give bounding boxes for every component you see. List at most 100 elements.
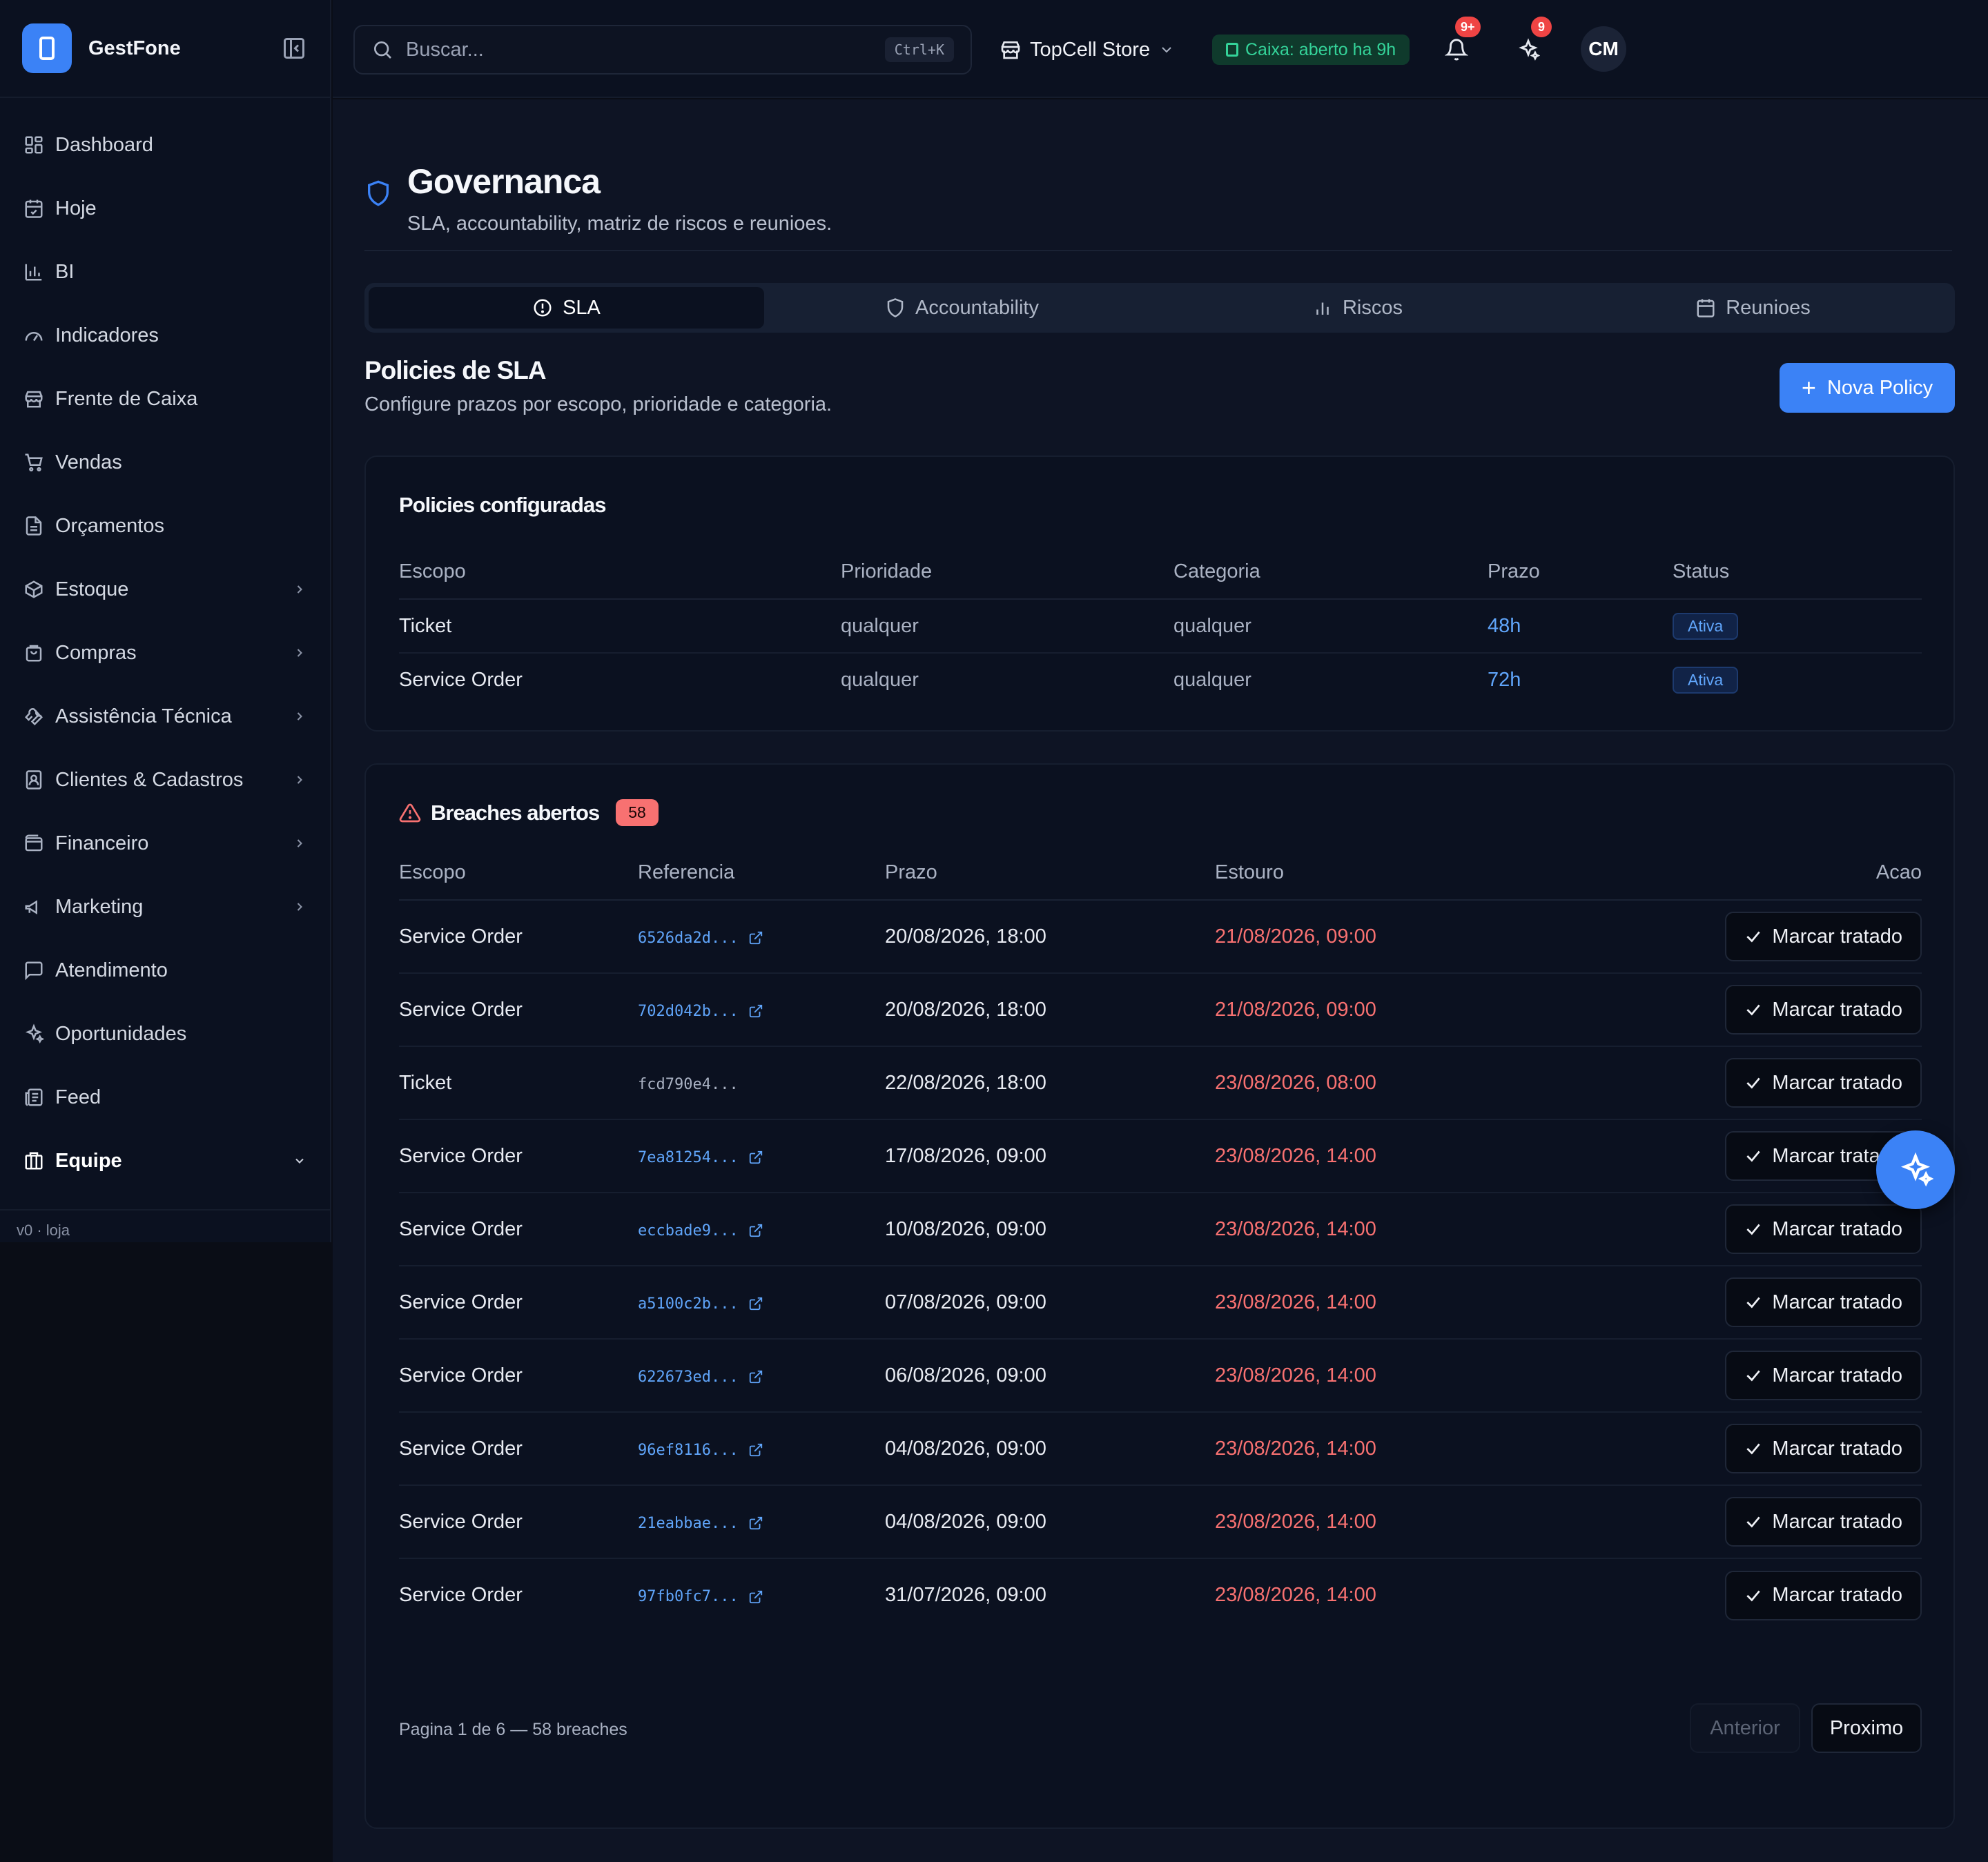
reference-link[interactable]: 97fb0fc7...: [638, 1588, 763, 1605]
cell-status: Ativa: [1673, 653, 1922, 707]
cell-referencia: 6526da2d...: [638, 900, 885, 974]
check-icon: [1746, 1150, 1761, 1162]
reference-link[interactable]: 702d042b...: [638, 1003, 763, 1020]
tab-riscos[interactable]: Riscos: [1160, 287, 1555, 329]
breaches-title: Breaches abertos: [431, 800, 600, 825]
cell-escopo: Ticket: [399, 1046, 638, 1120]
cell-prazo: 72h: [1488, 669, 1521, 691]
mark-treated-label: Marcar tratado: [1772, 1510, 1902, 1533]
col-status: Status: [1673, 545, 1922, 600]
sidebar-item-indicadores[interactable]: Indicadores: [0, 304, 330, 367]
sidebar-item-clientes[interactable]: Clientes & Cadastros: [0, 748, 330, 812]
sidebar-item-feed[interactable]: Feed: [0, 1066, 330, 1129]
reference-link[interactable]: a5100c2b...: [638, 1295, 763, 1313]
sidebar-item-marketing[interactable]: Marketing: [0, 875, 330, 939]
sidebar-item-label: Marketing: [55, 895, 144, 918]
ai-assistant-fab[interactable]: [1876, 1130, 1955, 1209]
check-icon: [1746, 1590, 1761, 1602]
sidebar-item-assistencia-tecnica[interactable]: Assistência Técnica: [0, 685, 330, 748]
reference-link[interactable]: 21eabbae...: [638, 1515, 763, 1532]
next-page-button[interactable]: Proximo: [1811, 1703, 1922, 1753]
sidebar-item-frente-de-caixa[interactable]: Frente de Caixa: [0, 367, 330, 431]
cell-status: Ativa: [1673, 599, 1922, 654]
sidebar-item-label: Clientes & Cadastros: [55, 768, 244, 791]
calendar-icon: [1697, 299, 1715, 317]
cell-escopo: Service Order: [399, 1584, 523, 1606]
tab-reunioes[interactable]: Reunioes: [1555, 287, 1951, 329]
mark-treated-button[interactable]: Marcar tratado: [1725, 1424, 1922, 1473]
sidebar-item-atendimento[interactable]: Atendimento: [0, 939, 330, 1002]
notifications-button[interactable]: 9+: [1434, 17, 1481, 72]
sidebar-item-bi[interactable]: BI: [0, 240, 330, 304]
sidebar-item-vendas[interactable]: Vendas: [0, 431, 330, 494]
tab-accountability[interactable]: Accountability: [764, 287, 1160, 329]
caixa-status-badge[interactable]: Caixa: aberto ha 9h: [1212, 35, 1410, 65]
policies-table: Escopo Prioridade Categoria Prazo Status…: [399, 545, 1922, 707]
shield-icon: [368, 180, 389, 206]
sidebar-item-equipe[interactable]: Equipe: [0, 1129, 330, 1193]
reference-id: 7ea81254...: [638, 1148, 739, 1166]
mark-treated-button[interactable]: Marcar tratado: [1725, 1497, 1922, 1547]
tab-sla[interactable]: SLA: [369, 287, 764, 329]
col-referencia: Referencia: [638, 846, 885, 901]
table-row[interactable]: Ticket qualquer qualquer 48h Ativa: [399, 599, 1922, 654]
mark-treated-button[interactable]: Marcar tratado: [1725, 1351, 1922, 1400]
avatar[interactable]: CM: [1581, 26, 1626, 72]
new-policy-button[interactable]: + Nova Policy: [1780, 363, 1955, 413]
sidebar-item-label: Compras: [55, 641, 137, 664]
store-selector[interactable]: TopCell Store: [1000, 30, 1175, 69]
reference-id: 96ef8116...: [638, 1441, 739, 1459]
mark-treated-button[interactable]: Marcar tratado: [1725, 1204, 1922, 1254]
reference-link[interactable]: eccbade9...: [638, 1222, 763, 1239]
sidebar-item-orcamentos[interactable]: Orçamentos: [0, 494, 330, 558]
shopping-bag-icon: [26, 645, 42, 662]
reference-link[interactable]: 96ef8116...: [638, 1442, 763, 1459]
mark-treated-label: Marcar tratado: [1772, 1584, 1902, 1606]
table-row: Service Order 97fb0fc7... 31/07/2026, 09:0…: [399, 1558, 1922, 1631]
cell-escopo: Service Order: [399, 1412, 638, 1486]
table-header-row: Escopo Prioridade Categoria Prazo Status: [399, 545, 1922, 600]
shield-icon: [887, 298, 904, 317]
col-estouro: Estouro: [1215, 846, 1574, 901]
sidebar-item-oportunidades[interactable]: Oportunidades: [0, 1002, 330, 1066]
section-subtitle: Configure prazos por escopo, prioridade …: [364, 393, 832, 415]
mark-treated-button[interactable]: Marcar tratado: [1725, 912, 1922, 961]
cell-prazo: 04/08/2026, 09:00: [885, 1485, 1215, 1559]
search-input[interactable]: Buscar... Ctrl+K: [353, 25, 972, 75]
sidebar-item-label: Estoque: [55, 578, 129, 600]
table-row[interactable]: Service Order qualquer qualquer 72h Ativ…: [399, 653, 1922, 707]
breaches-header: Breaches abertos 58: [399, 799, 659, 826]
brand-name: GestFone: [88, 37, 181, 59]
mark-treated-label: Marcar tratado: [1772, 925, 1902, 948]
cell-acao: Marcar tratado: [1574, 973, 1922, 1047]
collapse-sidebar-button[interactable]: [280, 35, 308, 62]
reference-id: 702d042b...: [638, 1002, 739, 1020]
mark-treated-button[interactable]: Marcar tratado: [1725, 985, 1922, 1035]
dashboard-icon: [25, 136, 43, 154]
cell-prioridade: qualquer: [841, 669, 919, 691]
ai-assistant-button[interactable]: 9: [1506, 17, 1552, 72]
sidebar: GestFone Dashboard Hoje BI Indicadores F…: [0, 0, 331, 1242]
sidebar-item-estoque[interactable]: Estoque: [0, 558, 330, 621]
cell-prazo: 20/08/2026, 18:00: [885, 900, 1215, 974]
cell-prazo: 48h: [1488, 599, 1673, 654]
mark-treated-button[interactable]: Marcar tratado: [1725, 1570, 1922, 1620]
col-acao: Acao: [1574, 846, 1922, 901]
building-icon: [25, 1152, 43, 1170]
mark-treated-button[interactable]: Marcar tratado: [1725, 1058, 1922, 1108]
reference-link[interactable]: 7ea81254...: [638, 1149, 763, 1166]
reference-link[interactable]: 622673ed...: [638, 1369, 763, 1386]
cell-escopo: Service Order: [399, 1339, 638, 1413]
sidebar-item-label: Vendas: [55, 451, 122, 473]
reference-link[interactable]: 6526da2d...: [638, 930, 763, 947]
panel-left-icon: [284, 38, 304, 59]
sidebar-item-dashboard[interactable]: Dashboard: [0, 113, 330, 177]
sidebar-item-compras[interactable]: Compras: [0, 621, 330, 685]
previous-page-button[interactable]: Anterior: [1690, 1703, 1800, 1753]
mark-treated-button[interactable]: Marcar tratado: [1725, 1277, 1922, 1327]
cell-referencia: 622673ed...: [638, 1339, 885, 1413]
sidebar-item-financeiro[interactable]: Financeiro: [0, 812, 330, 875]
cell-escopo: Service Order: [399, 1119, 638, 1193]
reference-id: eccbade9...: [638, 1222, 739, 1239]
sidebar-item-hoje[interactable]: Hoje: [0, 177, 330, 240]
